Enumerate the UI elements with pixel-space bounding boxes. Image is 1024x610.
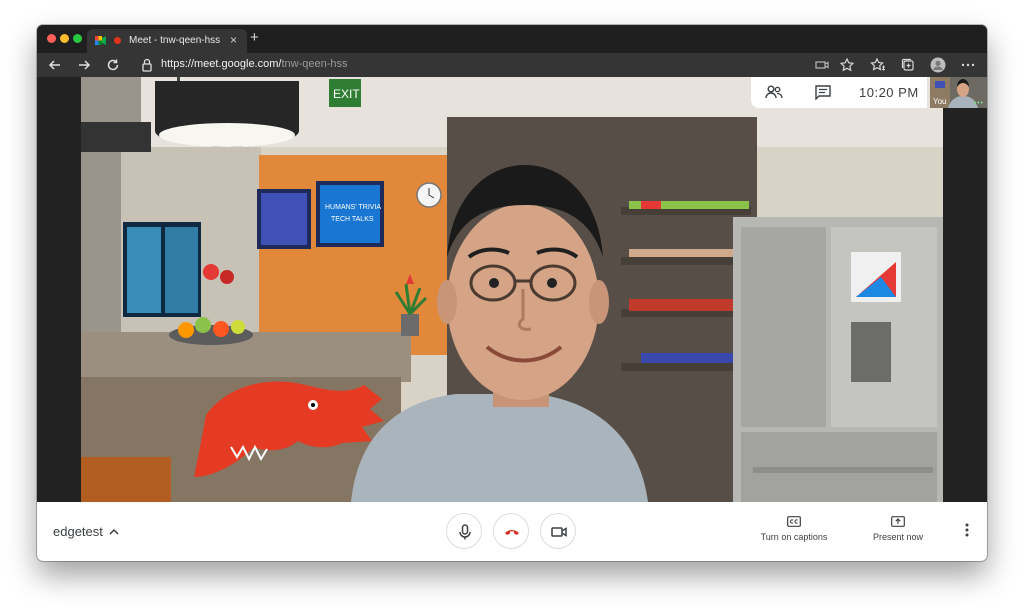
address-bar[interactable]: https://meet.google.com/tnw-qeen-hss <box>161 58 348 70</box>
chat-icon[interactable] <box>814 84 832 100</box>
tv-text-2: TECH TALKS <box>331 216 374 223</box>
star-icon[interactable] <box>839 57 855 73</box>
captions-label: Turn on captions <box>760 532 828 542</box>
self-view-label: You <box>933 97 947 106</box>
present-now-button[interactable]: Present now <box>865 516 931 542</box>
hang-up-button[interactable] <box>493 513 529 549</box>
meeting-name[interactable]: edgetest <box>53 524 103 539</box>
hang-up-icon <box>505 530 519 535</box>
window-minimize-button[interactable] <box>60 34 69 43</box>
url-host: https://meet.google.com/ <box>161 58 282 70</box>
meet-stage: EXIT HUMANS' TRIVIA TECH TALKS 10:20 PM … <box>37 77 987 502</box>
meeting-info-box: 10:20 PM <box>751 77 927 108</box>
mic-button[interactable] <box>446 513 482 549</box>
exit-sign-text: EXIT <box>333 87 360 101</box>
chevron-up-icon[interactable] <box>109 528 119 535</box>
meet-controls-bar: edgetest Turn on captions Present now <box>37 502 987 561</box>
tab-strip: Meet - tnw-qeen-hss × + <box>37 25 987 53</box>
people-icon[interactable] <box>765 84 783 100</box>
browser-toolbar: https://meet.google.com/tnw-qeen-hss <box>37 53 987 77</box>
more-icon[interactable] <box>960 57 976 73</box>
main-video-feed: EXIT HUMANS' TRIVIA TECH TALKS <box>81 77 943 502</box>
self-view-tile[interactable]: You ••• <box>930 77 987 108</box>
video-scene: EXIT HUMANS' TRIVIA TECH TALKS <box>81 77 943 502</box>
window-close-button[interactable] <box>47 34 56 43</box>
favorites-icon[interactable] <box>870 57 886 73</box>
reload-icon[interactable] <box>105 57 121 73</box>
present-icon <box>891 516 905 527</box>
url-path: tnw-qeen-hss <box>281 58 348 70</box>
captions-button[interactable]: Turn on captions <box>751 516 837 542</box>
captions-icon <box>787 516 801 527</box>
self-view-options-icon[interactable]: ••• <box>974 100 984 107</box>
window-maximize-button[interactable] <box>73 34 82 43</box>
recording-dot-icon <box>114 37 121 44</box>
back-arrow-icon[interactable] <box>47 57 63 73</box>
tv-text-1: HUMANS' TRIVIA <box>325 204 381 211</box>
collections-icon[interactable] <box>900 57 916 73</box>
profile-avatar-icon[interactable] <box>930 57 946 73</box>
tab-close-button[interactable]: × <box>230 33 237 47</box>
camera-button[interactable] <box>540 513 576 549</box>
new-tab-button[interactable]: + <box>250 30 259 46</box>
more-vert-icon[interactable] <box>959 522 975 538</box>
browser-window: Meet - tnw-qeen-hss × + https://meet.goo… <box>37 25 987 561</box>
tab-title: Meet - tnw-qeen-hss <box>129 35 221 46</box>
mic-icon <box>459 524 471 540</box>
camera-icon <box>551 527 567 537</box>
forward-arrow-icon[interactable] <box>76 57 92 73</box>
lock-icon[interactable] <box>140 57 154 73</box>
video-icon[interactable] <box>814 57 830 73</box>
meeting-clock: 10:20 PM <box>859 85 919 100</box>
present-label: Present now <box>872 532 924 542</box>
meet-favicon-icon <box>95 36 106 45</box>
tab-meet[interactable]: Meet - tnw-qeen-hss × <box>87 29 247 53</box>
